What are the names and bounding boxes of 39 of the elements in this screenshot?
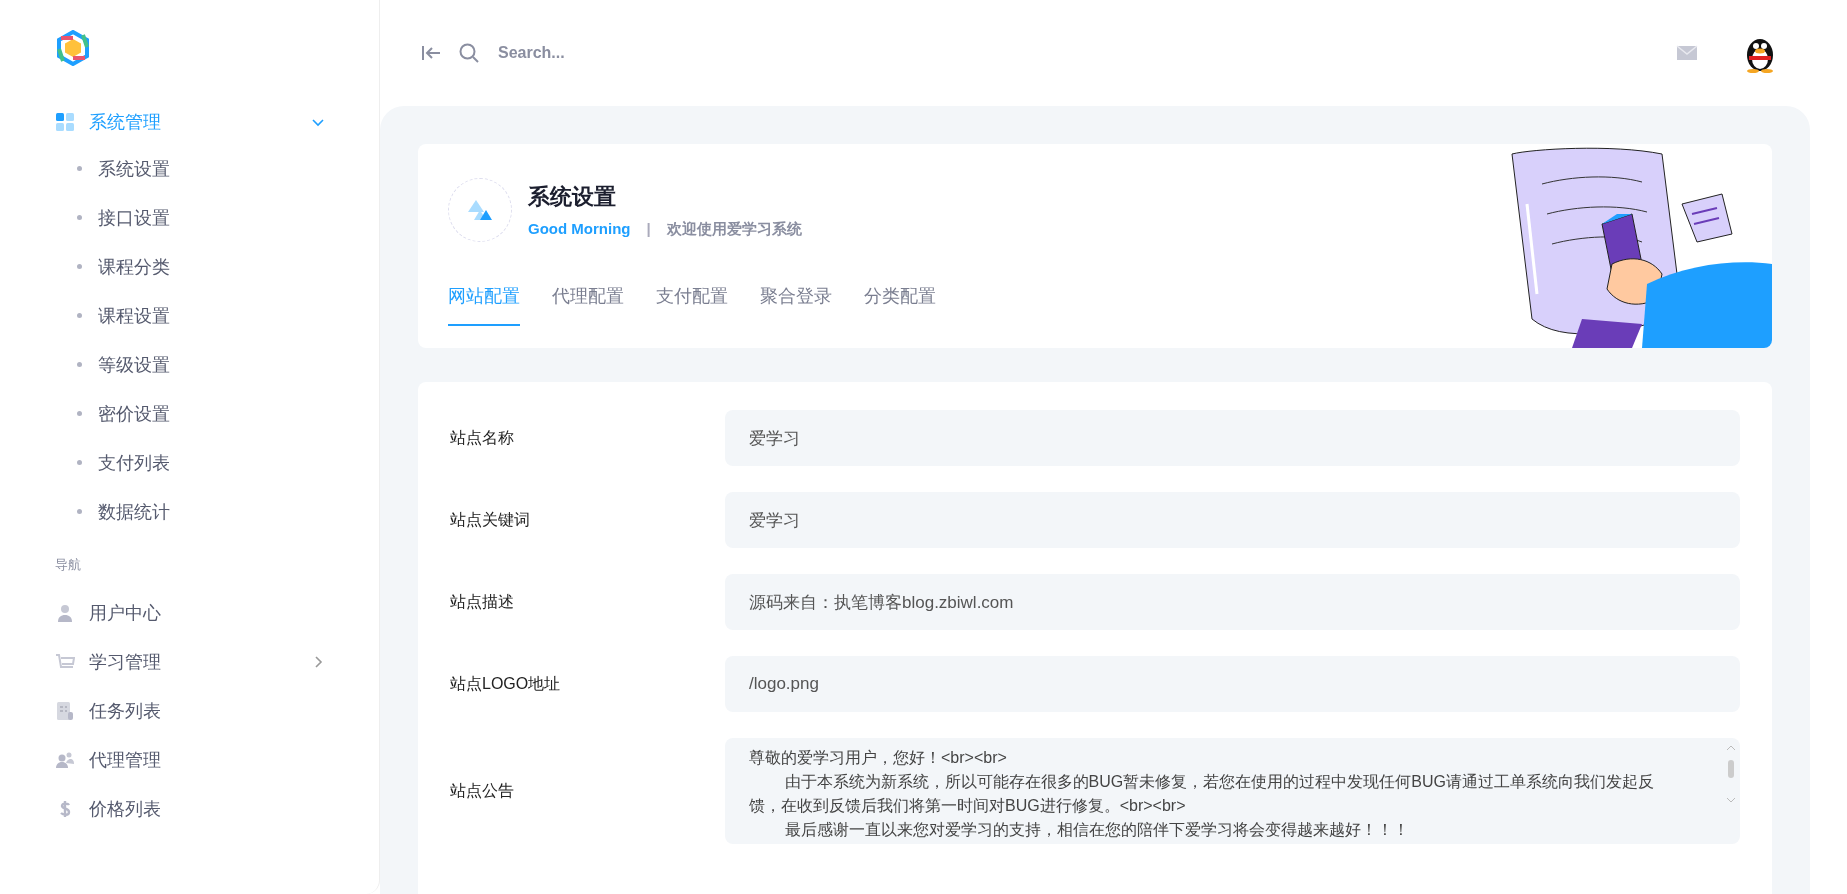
scrollbar [1726,744,1736,804]
settings-tab[interactable]: 分类配置 [864,272,936,326]
field-label: 站点关键词 [450,509,531,530]
sidebar-subitem[interactable]: 数据统计 [55,487,379,536]
sidebar-nav-item[interactable]: 代理管理 [55,735,325,784]
welcome-text: 欢迎使用爱学习系统 [666,219,802,239]
sidebar-subitem[interactable]: 等级设置 [55,340,379,389]
input-field[interactable]: 爱学习 [725,410,1740,466]
greeting: Good Morning [528,219,631,239]
sidebar-subitem[interactable]: 密价设置 [55,389,379,438]
sidebar-subitem[interactable]: 支付列表 [55,438,379,487]
sidebar-nav-item[interactable]: 价格列表 [55,784,325,833]
sidebar-subitem[interactable]: 课程设置 [55,291,379,340]
sidebar-subitem[interactable]: 课程分类 [55,242,379,291]
sidebar-nav-item[interactable]: 任务列表 [55,686,325,735]
settings-tab[interactable]: 聚合登录 [760,272,832,326]
grid-icon [55,112,75,132]
section-heading: 导航 [55,556,82,574]
sidebar-subitem[interactable]: 接口设置 [55,193,379,242]
field-label: 站点LOGO地址 [450,673,562,694]
sidebar-subitem[interactable]: 系统设置 [55,144,379,193]
sidebar-nav-item[interactable]: 学习管理 [55,637,325,686]
search-field[interactable]: Search... [496,43,800,63]
settings-tab[interactable]: 代理配置 [552,272,624,326]
input-field[interactable]: 爱学习 [725,492,1740,548]
field-label: 站点名称 [450,427,515,448]
separator: | [646,219,651,239]
announcement-textarea[interactable]: 尊敬的爱学习用户，您好！<br><br> 由于本系统为新系统，所以可能存在很多的BUG暂未修复，若您在使用的过程中发现任何BUG请通过工单系统向我们发起反馈，在收到反馈后我们将第一时间对BUG进行修复。<br><br> 最后感谢一直以来您对爱学习的支持，相信在您的陪伴下爱学习将会变得越来越好！！！ [725,738,1740,844]
page-title: 系统设置 [528,182,617,211]
sidebar-nav-item[interactable]: 用户中心 [55,588,325,637]
user-icon [55,602,75,623]
settings-tab[interactable]: 支付配置 [656,272,728,326]
logo-icon [55,30,91,66]
input-field[interactable]: 源码来自：执笔博客blog.zbiwl.com [725,574,1740,630]
field-label: 站点描述 [450,591,515,612]
input-field[interactable]: /logo.png [725,656,1740,712]
field-label: 站点公告 [450,780,515,801]
search-icon[interactable] [458,42,480,64]
clipboard-icon [55,700,75,721]
